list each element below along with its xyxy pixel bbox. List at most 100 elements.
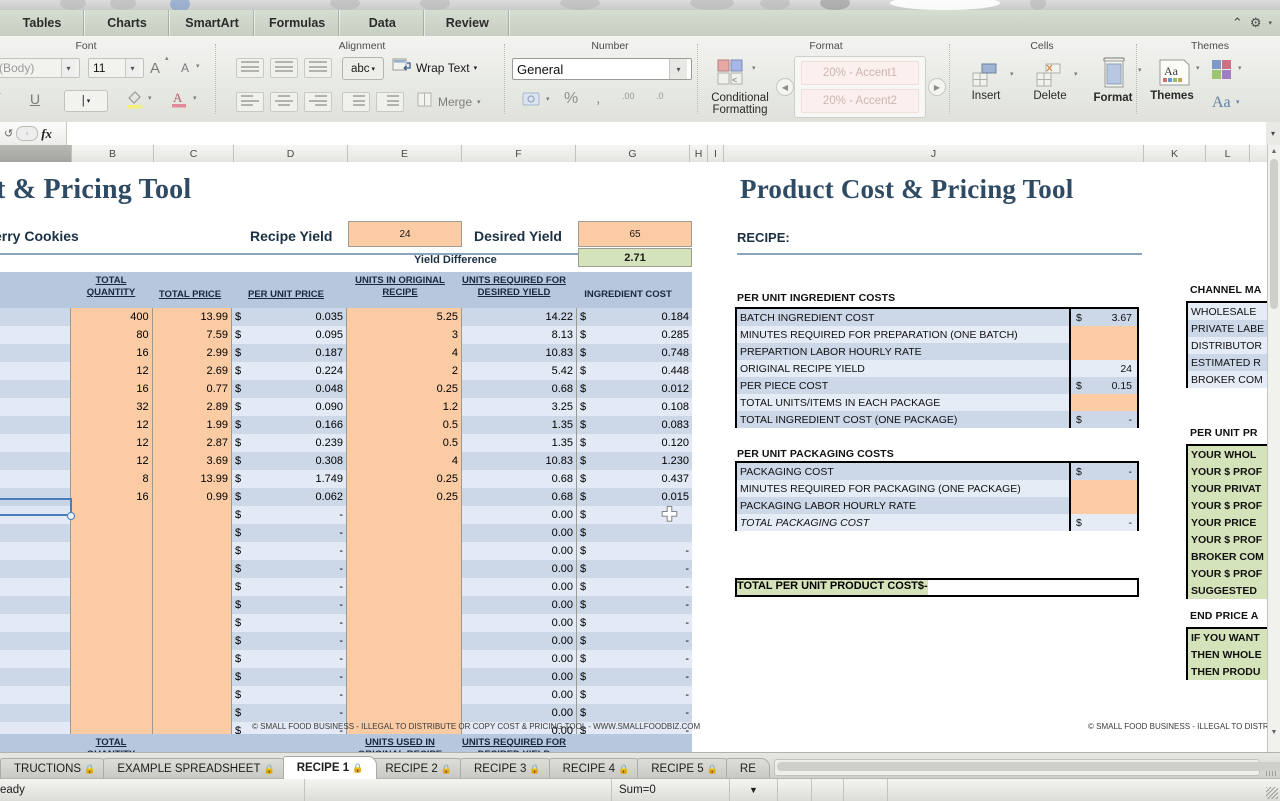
recipe-yield-value[interactable]: 24 <box>348 221 462 247</box>
column-header-corner[interactable] <box>0 145 72 162</box>
row-value[interactable]: $- <box>1071 411 1137 428</box>
table-row[interactable]: $-0.00$ <box>0 524 692 542</box>
table-row[interactable]: 40013.99$0.0355.2514.22$0.184 <box>0 308 692 326</box>
table-row[interactable]: WHOLESALE <box>1188 303 1268 320</box>
ribbon-tab-formulas[interactable]: Formulas <box>255 10 340 36</box>
merge-button[interactable]: Merge ▾ <box>417 92 481 111</box>
fill-color-icon[interactable] <box>126 89 144 112</box>
formula-pill-icon[interactable]: ◦ <box>16 126 38 141</box>
column-header-d[interactable]: D <box>234 145 348 162</box>
delete-cells-button[interactable]: Delete <box>1024 62 1076 102</box>
increase-decimal-button[interactable]: .00 <box>622 92 635 100</box>
borders-button[interactable]: |▾ <box>64 90 108 112</box>
table-row[interactable]: PACKAGING COST$- <box>737 463 1137 480</box>
gear-icon[interactable]: ⚙ <box>1250 15 1262 31</box>
table-row[interactable]: 123.69$0.308410.83$1.230 <box>0 452 692 470</box>
increase-indent-button[interactable] <box>376 92 404 112</box>
row-value[interactable] <box>1071 343 1137 360</box>
column-header-l[interactable]: L <box>1206 145 1250 162</box>
align-bottom-button[interactable] <box>304 58 332 78</box>
insert-caret-icon[interactable]: ▾ <box>1010 70 1014 78</box>
italic-button[interactable]: I <box>0 91 1 107</box>
selection-fill-handle[interactable] <box>67 512 75 520</box>
ribbon-tab-tables[interactable]: Tables <box>0 10 85 36</box>
table-row[interactable]: 122.69$0.22425.42$0.448 <box>0 362 692 380</box>
column-header-j[interactable]: J <box>724 145 1144 162</box>
row-value[interactable] <box>1071 326 1137 343</box>
table-row[interactable]: MINUTES REQUIRED FOR PREPARATION (ONE BA… <box>737 326 1137 343</box>
table-row[interactable]: YOUR $ PROF <box>1188 463 1268 480</box>
row-value[interactable]: 24 <box>1071 360 1137 377</box>
table-row[interactable]: THEN WHOLE <box>1188 646 1268 663</box>
vertical-scrollbar[interactable]: ▲ ▼ <box>1267 145 1280 752</box>
table-row[interactable]: PACKAGING LABOR HOURLY RATE <box>737 497 1137 514</box>
table-row[interactable]: $-0.00$- <box>0 704 692 722</box>
table-row[interactable]: 322.89$0.0901.23.25$0.108 <box>0 398 692 416</box>
table-row[interactable]: $-0.00$- <box>0 632 692 650</box>
colors-icon[interactable] <box>1210 58 1236 85</box>
themes-caret-icon[interactable]: ▾ <box>1196 64 1200 72</box>
table-row[interactable]: YOUR PRICE <box>1188 514 1268 531</box>
currency-caret-icon[interactable]: ▾ <box>546 95 550 103</box>
delete-caret-icon[interactable]: ▾ <box>1074 70 1078 78</box>
table-row[interactable]: 122.87$0.2390.51.35$0.120 <box>0 434 692 452</box>
table-row[interactable]: $-0.00$- <box>0 560 692 578</box>
conditional-formatting-caret-icon[interactable]: ▾ <box>752 64 756 72</box>
column-header-e[interactable]: E <box>348 145 462 162</box>
row-value[interactable]: $- <box>1071 514 1137 531</box>
sheet-tab[interactable]: RECIPE 3🔒 <box>460 758 555 779</box>
font-family-combo[interactable]: (Body) ▾ <box>0 58 80 78</box>
table-row[interactable]: 807.59$0.09538.13$0.285 <box>0 326 692 344</box>
styles-prev-button[interactable]: ◀ <box>776 78 794 96</box>
row-value[interactable]: $3.67 <box>1071 309 1137 326</box>
row-value[interactable] <box>1071 480 1137 497</box>
styles-next-button[interactable]: ▶ <box>928 78 946 96</box>
worksheet-grid[interactable]: t & Pricing Tool erry Cookies Recipe Yie… <box>0 162 1268 752</box>
cell-style-accent2[interactable]: 20% - Accent2 <box>801 89 919 113</box>
desired-yield-value[interactable]: 65 <box>578 221 692 247</box>
decrease-indent-button[interactable] <box>342 92 370 112</box>
font-size-combo[interactable]: 11 ▾ <box>88 58 144 78</box>
table-row[interactable]: SUGGESTED <box>1188 582 1268 599</box>
sheet-tab[interactable]: TRUCTIONS🔒 <box>0 758 109 779</box>
table-row[interactable]: MINUTES REQUIRED FOR PACKAGING (ONE PACK… <box>737 480 1137 497</box>
cell-styles-gallery[interactable]: 20% - Accent1 20% - Accent2 <box>794 56 926 118</box>
table-row[interactable]: THEN PRODU <box>1188 663 1268 680</box>
ribbon-tab-charts[interactable]: Charts <box>85 10 170 36</box>
chevron-down-icon[interactable]: ▾ <box>1268 19 1272 27</box>
comma-style-button[interactable]: , <box>596 90 600 108</box>
end-price-table[interactable]: IF YOU WANTTHEN WHOLETHEN PRODU <box>1186 627 1268 680</box>
table-row[interactable]: 160.77$0.0480.250.68$0.012 <box>0 380 692 398</box>
format-cells-button[interactable]: Format <box>1086 56 1140 104</box>
percent-style-button[interactable]: % <box>564 90 578 108</box>
channel-markup-table[interactable]: WHOLESALEPRIVATE LABEDISTRIBUTORESTIMATE… <box>1186 301 1268 388</box>
table-row[interactable]: YOUR PRIVAT <box>1188 480 1268 497</box>
formula-expand-button[interactable]: ▾ <box>1266 122 1280 145</box>
column-header-f[interactable]: F <box>462 145 576 162</box>
ribbon-tab-data[interactable]: Data <box>340 10 425 36</box>
fill-color-caret-icon[interactable]: ▾ <box>148 94 152 102</box>
table-row[interactable]: BROKER COM <box>1188 548 1268 565</box>
wrap-text-button[interactable]: Wrap Text ▾ <box>392 58 477 78</box>
scroll-down-button[interactable]: ▼ <box>1269 726 1279 738</box>
horizontal-scrollbar[interactable] <box>774 759 1260 776</box>
cell-style-accent1[interactable]: 20% - Accent1 <box>801 61 919 85</box>
table-row[interactable]: $-0.00$- <box>0 596 692 614</box>
ribbon-tab-smartart[interactable]: SmartArt <box>170 10 255 36</box>
ingredient-cost-table[interactable]: BATCH INGREDIENT COST$3.67MINUTES REQUIR… <box>735 307 1139 428</box>
sheet-tab[interactable]: EXAMPLE SPREADSHEET🔒 <box>103 758 288 779</box>
row-value[interactable]: $- <box>1071 463 1137 480</box>
active-cell-selection[interactable] <box>0 498 72 516</box>
name-box[interactable]: ↺ ◦ fx <box>0 122 66 145</box>
colors-caret-icon[interactable]: ▾ <box>1238 64 1242 72</box>
table-row[interactable]: PREPARTION LABOR HOURLY RATE <box>737 343 1137 360</box>
decrease-decimal-button[interactable]: .0 <box>656 92 664 100</box>
table-row[interactable]: $-0.00$- <box>0 542 692 560</box>
per-unit-profit-table[interactable]: YOUR WHOLYOUR $ PROFYOUR PRIVATYOUR $ PR… <box>1186 444 1268 599</box>
table-row[interactable]: $-0.00$ <box>0 506 692 524</box>
align-middle-button[interactable] <box>270 58 298 78</box>
table-row[interactable]: YOUR $ PROF <box>1188 565 1268 582</box>
grow-font-button[interactable]: A <box>150 60 160 77</box>
table-row[interactable]: 160.99$0.0620.250.68$0.015 <box>0 488 692 506</box>
column-header-c[interactable]: C <box>154 145 234 162</box>
